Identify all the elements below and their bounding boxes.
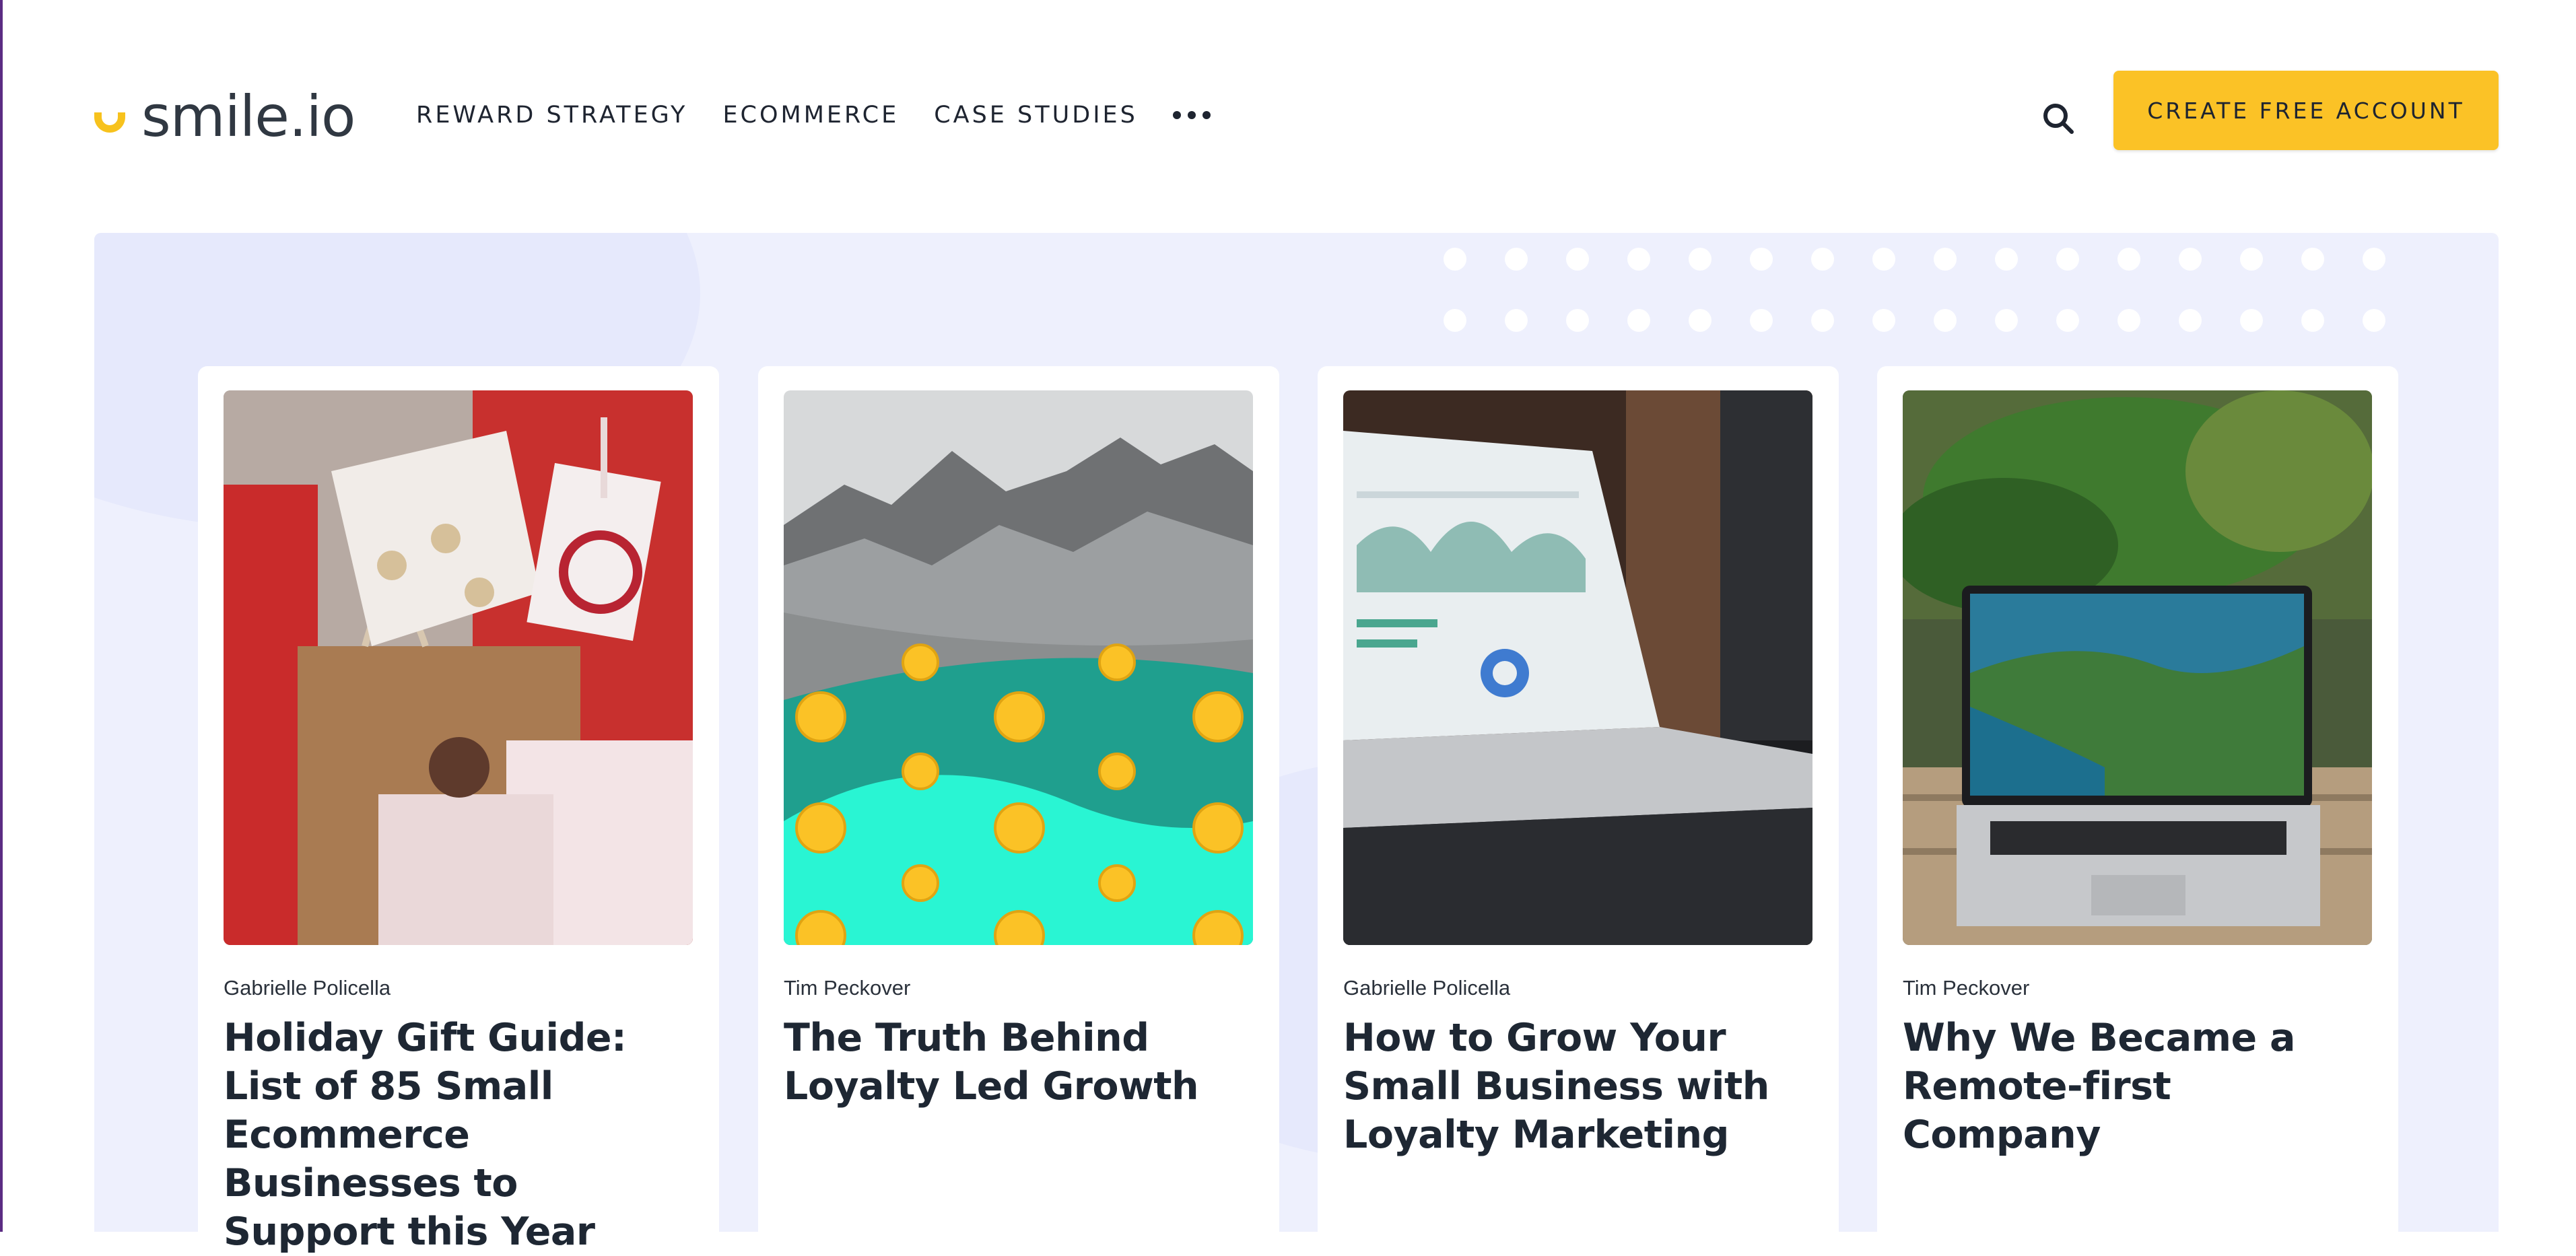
nav-item-case-studies[interactable]: CASE STUDIES: [934, 102, 1138, 129]
post-author: Tim Peckover: [784, 976, 911, 1000]
decorative-dot: [1505, 248, 1528, 271]
post-author: Gabrielle Policella: [1343, 976, 1511, 1000]
post-card[interactable]: Gabrielle Policella Holiday Gift Guide: …: [198, 366, 719, 1254]
smile-logo-icon: [94, 112, 125, 133]
brand-name: smile.io: [141, 83, 355, 149]
post-author: Gabrielle Policella: [224, 976, 391, 1000]
decorative-dot: [1444, 248, 1466, 271]
decorative-dot: [1689, 248, 1711, 271]
post-card[interactable]: Tim Peckover Why We Became a Remote-firs…: [1877, 366, 2398, 1241]
decorative-dot: [2363, 309, 2385, 332]
nav-item-reward-strategy[interactable]: REWARD STRATEGY: [416, 102, 687, 129]
decorative-dot: [2179, 309, 2202, 332]
post-card[interactable]: Gabrielle Policella How to Grow Your Sma…: [1318, 366, 1839, 1241]
post-title[interactable]: Why We Became a Remote-first Company: [1903, 1014, 2374, 1159]
post-card[interactable]: Tim Peckover The Truth Behind Loyalty Le…: [758, 366, 1279, 1241]
post-image-mountain-coins: [784, 390, 1253, 945]
decorative-dot: [1995, 248, 2018, 271]
decorative-dot: [2240, 309, 2263, 332]
decorative-dot: [2363, 248, 2385, 271]
post-title[interactable]: How to Grow Your Small Business with Loy…: [1343, 1014, 1815, 1159]
post-image-shopping-bags: [224, 390, 693, 945]
decorative-dot: [1627, 309, 1650, 332]
decorative-dot: [1505, 309, 1528, 332]
decorative-dot: [1750, 309, 1773, 332]
decorative-dot: [1872, 309, 1895, 332]
brand-logo[interactable]: smile.io: [94, 79, 355, 153]
decorative-dot: [1444, 309, 1466, 332]
decorative-dot: [2117, 248, 2140, 271]
search-icon[interactable]: [2039, 100, 2077, 137]
create-free-account-button[interactable]: CREATE FREE ACCOUNT: [2113, 71, 2499, 150]
decorative-dot: [2179, 248, 2202, 271]
decorative-dot: [1566, 309, 1589, 332]
post-image-laptop-outdoor: [1903, 390, 2372, 945]
nav-item-ecommerce[interactable]: ECOMMERCE: [722, 102, 899, 129]
decorative-dot: [1811, 309, 1834, 332]
decorative-dot: [2056, 248, 2079, 271]
more-horizontal-icon[interactable]: [1172, 111, 1211, 119]
decorative-dot: [1934, 309, 1957, 332]
decorative-dot: [1566, 248, 1589, 271]
decorative-dot: [1689, 309, 1711, 332]
post-author: Tim Peckover: [1903, 976, 2030, 1000]
decorative-dot-grid: [1444, 248, 2494, 342]
decorative-dot: [2056, 309, 2079, 332]
decorative-dot: [1627, 248, 1650, 271]
decorative-dot: [1750, 248, 1773, 271]
decorative-dot: [2301, 309, 2324, 332]
post-title[interactable]: The Truth Behind Loyalty Led Growth: [784, 1014, 1255, 1111]
decorative-dot: [2240, 248, 2263, 271]
post-image-laptop-dashboard: [1343, 390, 1812, 945]
decorative-dot: [1934, 248, 1957, 271]
decorative-dot: [1872, 248, 1895, 271]
decorative-dot: [2117, 309, 2140, 332]
site-header: smile.io REWARD STRATEGY ECOMMERCE CASE …: [3, 0, 2576, 229]
post-title[interactable]: Holiday Gift Guide: List of 85 Small Eco…: [224, 1014, 695, 1256]
decorative-dot: [1811, 248, 1834, 271]
main-nav: REWARD STRATEGY ECOMMERCE CASE STUDIES: [416, 98, 1211, 132]
decorative-dot: [2301, 248, 2324, 271]
decorative-dot: [1995, 309, 2018, 332]
